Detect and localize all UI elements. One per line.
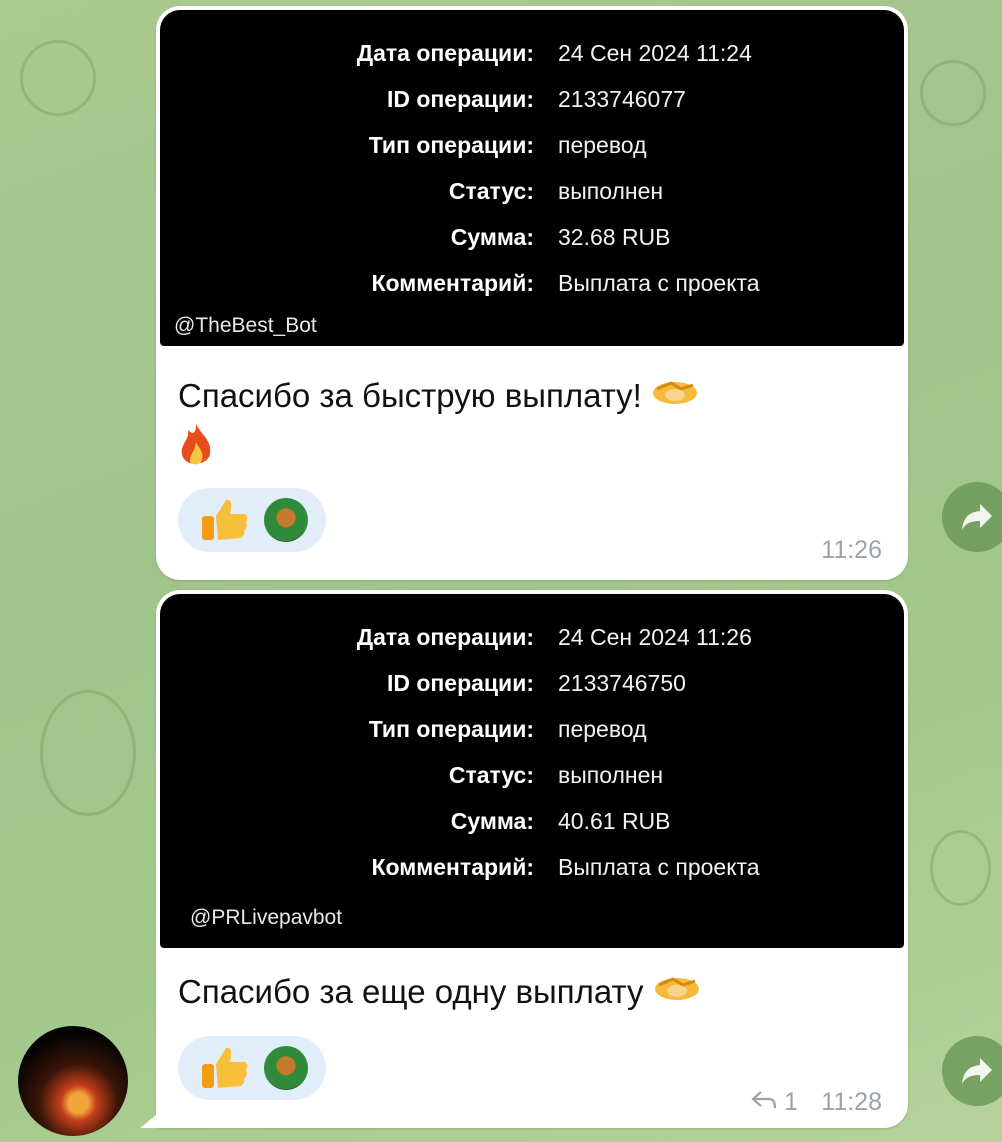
receipt-label: Комментарий: bbox=[371, 854, 534, 880]
receipt-label: ID операции: bbox=[386, 670, 534, 696]
bg-doodle bbox=[20, 40, 96, 116]
receipt-label: Сумма: bbox=[450, 224, 534, 250]
receipt-label: Дата операции: bbox=[356, 624, 534, 650]
receipt-value: перевод bbox=[558, 716, 647, 742]
receipt-value: 32.68 RUB bbox=[558, 224, 671, 250]
receipt-label: Статус: bbox=[448, 762, 534, 788]
reactions-bar[interactable] bbox=[178, 488, 326, 552]
message-time: 11:28 bbox=[821, 1088, 882, 1116]
receipt-row: Комментарий: Выплата с проекта bbox=[160, 270, 904, 310]
receipt-value: 40.61 RUB bbox=[558, 808, 671, 834]
receipt-row: Тип операции: перевод bbox=[160, 132, 904, 172]
forward-button[interactable] bbox=[942, 1036, 1002, 1106]
receipt-row: Дата операции: 24 Сен 2024 11:26 bbox=[160, 624, 904, 664]
receipt-value: выполнен bbox=[558, 762, 664, 788]
message-text-block: Спасибо за еще одну выплату bbox=[178, 968, 701, 1018]
thumbs-up-reaction[interactable] bbox=[198, 1044, 250, 1097]
replies-count: 1 bbox=[784, 1088, 798, 1116]
receipt-label: Тип операции: bbox=[368, 132, 534, 158]
receipt-label: Сумма: bbox=[450, 808, 534, 834]
forward-arrow-icon bbox=[962, 1058, 992, 1084]
forward-button[interactable] bbox=[942, 482, 1002, 552]
receipt-label: Статус: bbox=[448, 178, 534, 204]
receipt-label: Дата операции: bbox=[356, 40, 534, 66]
message-bubble[interactable]: Дата операции: 24 Сен 2024 11:26 ID опер… bbox=[156, 590, 908, 1128]
message-text: Спасибо за еще одну выплату bbox=[178, 973, 644, 1010]
bg-doodle bbox=[920, 60, 986, 126]
receipt-label: Тип операции: bbox=[368, 716, 534, 742]
receipt-row: Статус: выполнен bbox=[160, 178, 904, 218]
receipt-value: 24 Сен 2024 11:24 bbox=[558, 40, 752, 66]
handshake-emoji bbox=[651, 374, 699, 422]
thumbs-up-reaction[interactable] bbox=[198, 496, 250, 549]
bg-doodle bbox=[930, 830, 991, 906]
monkey-money-reaction[interactable] bbox=[264, 1046, 308, 1090]
receipt-row: Дата операции: 24 Сен 2024 11:24 bbox=[160, 40, 904, 80]
receipt-value: Выплата с проекта bbox=[558, 854, 760, 880]
receipt-value: 2133746077 bbox=[558, 86, 686, 112]
receipt-row: Статус: выполнен bbox=[160, 762, 904, 802]
bg-doodle bbox=[40, 690, 136, 816]
receipt-row: ID операции: 2133746750 bbox=[160, 670, 904, 710]
receipt-bot-name: @PRLivepavbot bbox=[190, 906, 343, 929]
receipt-row: Комментарий: Выплата с проекта bbox=[160, 854, 904, 894]
receipt-row: Сумма: 32.68 RUB bbox=[160, 224, 904, 264]
reactions-bar[interactable] bbox=[178, 1036, 326, 1100]
receipt-value: перевод bbox=[558, 132, 647, 158]
message-bubble[interactable]: Дата операции: 24 Сен 2024 11:24 ID опер… bbox=[156, 6, 908, 580]
receipt-row: ID операции: 2133746077 bbox=[160, 86, 904, 126]
receipt-value: 24 Сен 2024 11:26 bbox=[558, 624, 752, 650]
sender-avatar[interactable] bbox=[18, 1026, 128, 1136]
replies-counter[interactable]: 1 bbox=[751, 1088, 798, 1117]
forward-arrow-icon bbox=[962, 504, 992, 530]
message-text: Спасибо за быструю выплату! bbox=[178, 377, 642, 414]
monkey-money-reaction[interactable] bbox=[264, 498, 308, 542]
receipt-image[interactable]: Дата операции: 24 Сен 2024 11:26 ID опер… bbox=[160, 594, 904, 948]
fire-emoji bbox=[178, 422, 214, 483]
message-text-block: Спасибо за быструю выплату! bbox=[178, 372, 878, 483]
receipt-row: Сумма: 40.61 RUB bbox=[160, 808, 904, 848]
receipt-label: ID операции: bbox=[386, 86, 534, 112]
message-time: 11:26 bbox=[821, 536, 882, 564]
reply-arrow-icon bbox=[751, 1091, 777, 1109]
handshake-emoji bbox=[653, 970, 701, 1018]
receipt-row: Тип операции: перевод bbox=[160, 716, 904, 756]
receipt-label: Комментарий: bbox=[371, 270, 534, 296]
receipt-bot-name: @TheBest_Bot bbox=[174, 314, 317, 337]
receipt-value: выполнен bbox=[558, 178, 664, 204]
receipt-value: Выплата с проекта bbox=[558, 270, 760, 296]
receipt-value: 2133746750 bbox=[558, 670, 686, 696]
receipt-image[interactable]: Дата операции: 24 Сен 2024 11:24 ID опер… bbox=[160, 10, 904, 346]
